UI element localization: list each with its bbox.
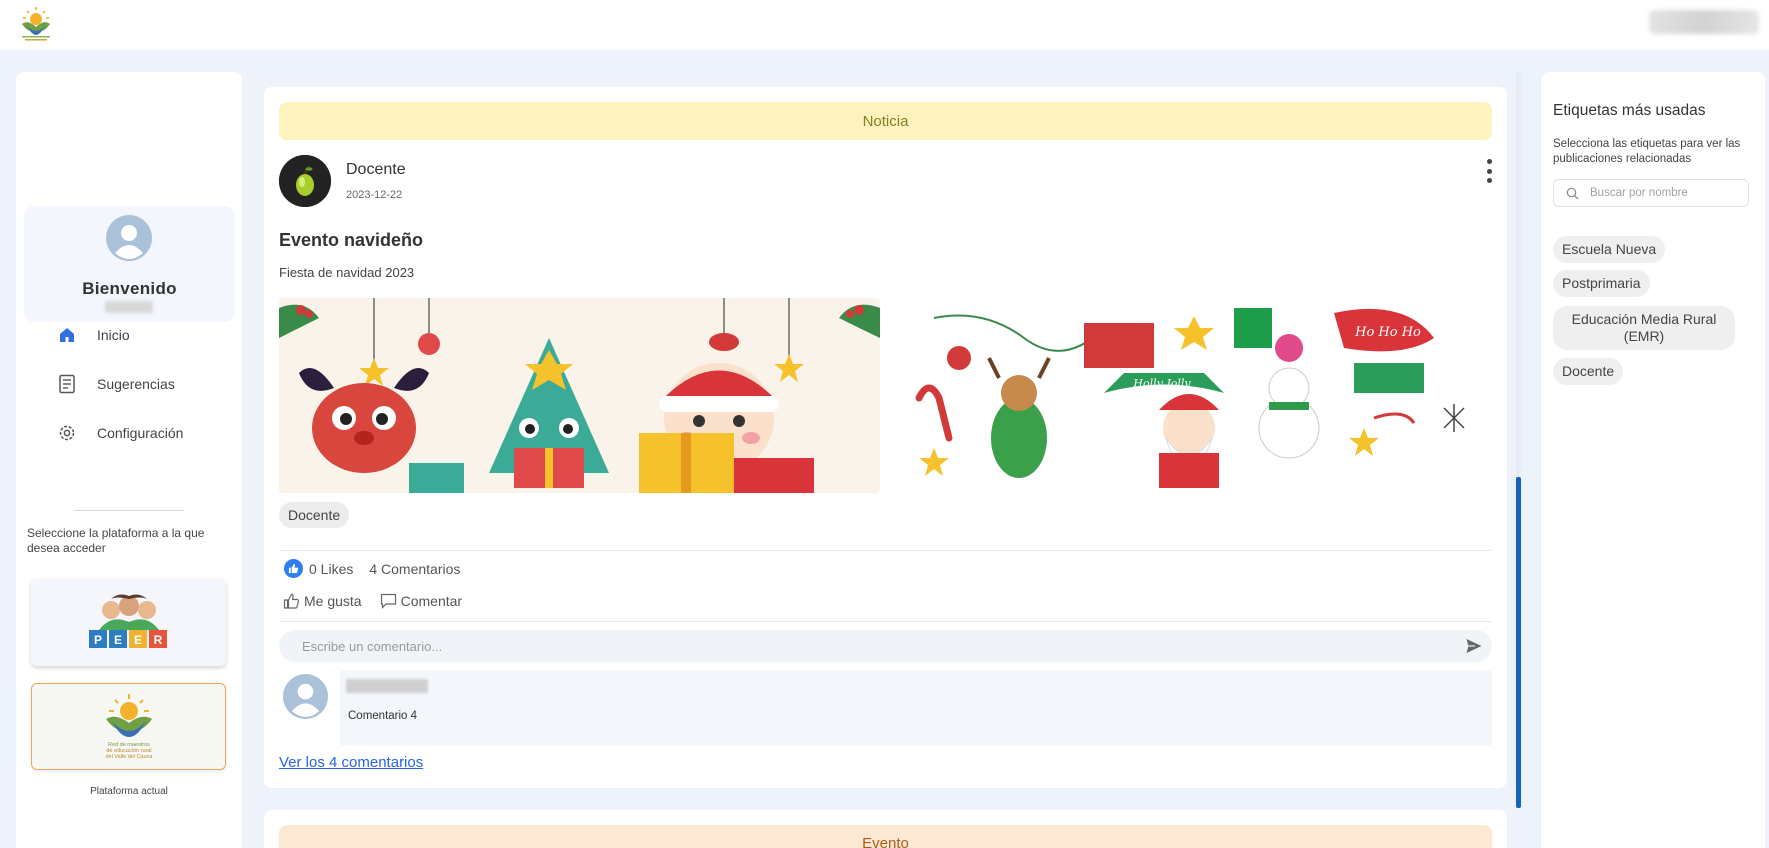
tag-chip-educacion-media-rural[interactable]: Educación Media Rural (EMR) <box>1553 306 1735 350</box>
user-menu[interactable] <box>1649 10 1759 34</box>
nav-label: Sugerencias <box>97 376 175 392</box>
post-card: Evento <box>264 810 1507 848</box>
thumbs-up-icon <box>283 593 300 609</box>
post-separator <box>279 621 1492 622</box>
apple-icon <box>279 155 331 207</box>
peer-letter: E <box>133 633 141 647</box>
top-bar <box>0 0 1769 50</box>
comment-bubble: Comentario 4 <box>340 670 1492 746</box>
commenter-avatar-icon[interactable] <box>283 674 328 719</box>
platform-card-rural-network[interactable]: Red de maestros de educación rural del V… <box>31 683 226 770</box>
gear-icon <box>56 422 78 444</box>
post-separator <box>279 550 1492 551</box>
peer-logo-icon: P E E R <box>88 594 167 648</box>
post-image-christmas-characters[interactable] <box>279 298 880 493</box>
post-stats: 0 Likes 4 Comentarios <box>284 559 460 578</box>
document-icon <box>56 373 78 395</box>
post-title: Evento navideño <box>279 230 424 250</box>
post-type-badge: Evento <box>279 825 1492 848</box>
feed-scrollbar-thumb[interactable] <box>1516 477 1521 808</box>
nav-label: Inicio <box>97 327 130 343</box>
post-description: Fiesta de navidad 2023 <box>279 265 415 280</box>
send-icon[interactable] <box>1465 637 1483 655</box>
rural-schools-network-logo-icon: Red de maestros de educación rural del V… <box>105 693 153 760</box>
tag-chip-docente[interactable]: Docente <box>1553 358 1624 385</box>
left-sidebar: Bienvenido Inicio Sugerencias Configurac… <box>16 72 242 848</box>
post-image-christmas-doodles[interactable]: Holly Jolly Ho Ho Ho <box>904 298 1492 493</box>
post-date: 2023-12-22 <box>346 189 403 201</box>
user-name-redacted <box>105 301 153 313</box>
tag-search-input[interactable] <box>1590 180 1745 206</box>
welcome-card: Bienvenido <box>24 206 235 322</box>
post-actions: Me gusta Comentar <box>283 593 480 609</box>
author-name[interactable]: Docente <box>346 161 406 179</box>
comment-composer <box>279 630 1492 662</box>
nav-item-configuracion[interactable]: Configuración <box>56 417 226 449</box>
comment-icon <box>380 593 396 609</box>
rural-schools-network-logo-icon[interactable] <box>18 5 54 43</box>
sidebar-divider <box>74 510 184 511</box>
peer-letter: E <box>113 633 121 647</box>
network-logo-caption: del Valle del Cauca <box>105 754 153 760</box>
author-avatar[interactable] <box>279 155 331 207</box>
comment-button-label: Comentar <box>400 593 463 609</box>
see-all-comments-link[interactable]: Ver los 4 comentarios <box>279 754 423 771</box>
home-icon <box>56 324 78 346</box>
tag-search-box <box>1553 179 1749 207</box>
tag-chip-postprimaria[interactable]: Postprimaria <box>1553 270 1650 297</box>
more-options-icon[interactable] <box>1482 157 1496 185</box>
nav-label: Configuración <box>97 425 184 441</box>
peer-letter: P <box>93 633 101 647</box>
likes-count: 0 Likes <box>309 560 354 577</box>
comment-text: Comentario 4 <box>348 710 418 722</box>
peer-letter: R <box>153 633 162 647</box>
nav-item-sugerencias[interactable]: Sugerencias <box>56 368 226 400</box>
commenter-name-redacted <box>346 679 428 693</box>
like-button-label: Me gusta <box>304 593 362 609</box>
platform-prompt: Seleccione la plataforma a la que desea … <box>27 526 205 555</box>
post-type-badge: Noticia <box>279 102 1492 140</box>
comment-button[interactable]: Comentar <box>380 593 462 609</box>
platform-card-peer[interactable]: P E E R <box>31 579 226 666</box>
search-icon <box>1566 187 1579 200</box>
nav-item-inicio[interactable]: Inicio <box>56 319 226 351</box>
tags-panel-title: Etiquetas más usadas <box>1553 102 1706 119</box>
user-avatar-icon <box>106 215 152 261</box>
post-card: Noticia Docente 2023-12-22 Evento navide… <box>264 87 1507 788</box>
thumbs-up-badge-icon <box>284 559 303 578</box>
post-tag-chip[interactable]: Docente <box>279 502 350 528</box>
like-button[interactable]: Me gusta <box>283 593 362 609</box>
doodle-hohoho-text: Ho Ho Ho <box>1354 325 1421 340</box>
doodle-holly-text: Holly Jolly <box>1132 377 1191 390</box>
welcome-title: Bienvenido <box>82 279 177 298</box>
right-panel-tags: Etiquetas más usadas Selecciona las etiq… <box>1541 72 1765 848</box>
tag-chip-escuela-nueva[interactable]: Escuela Nueva <box>1553 236 1666 263</box>
comments-count[interactable]: 4 Comentarios <box>369 561 460 577</box>
tags-panel-subtitle: Selecciona las etiquetas para ver las pu… <box>1553 138 1741 165</box>
comment-input[interactable] <box>279 630 1449 662</box>
current-platform-caption: Plataforma actual <box>90 786 168 797</box>
